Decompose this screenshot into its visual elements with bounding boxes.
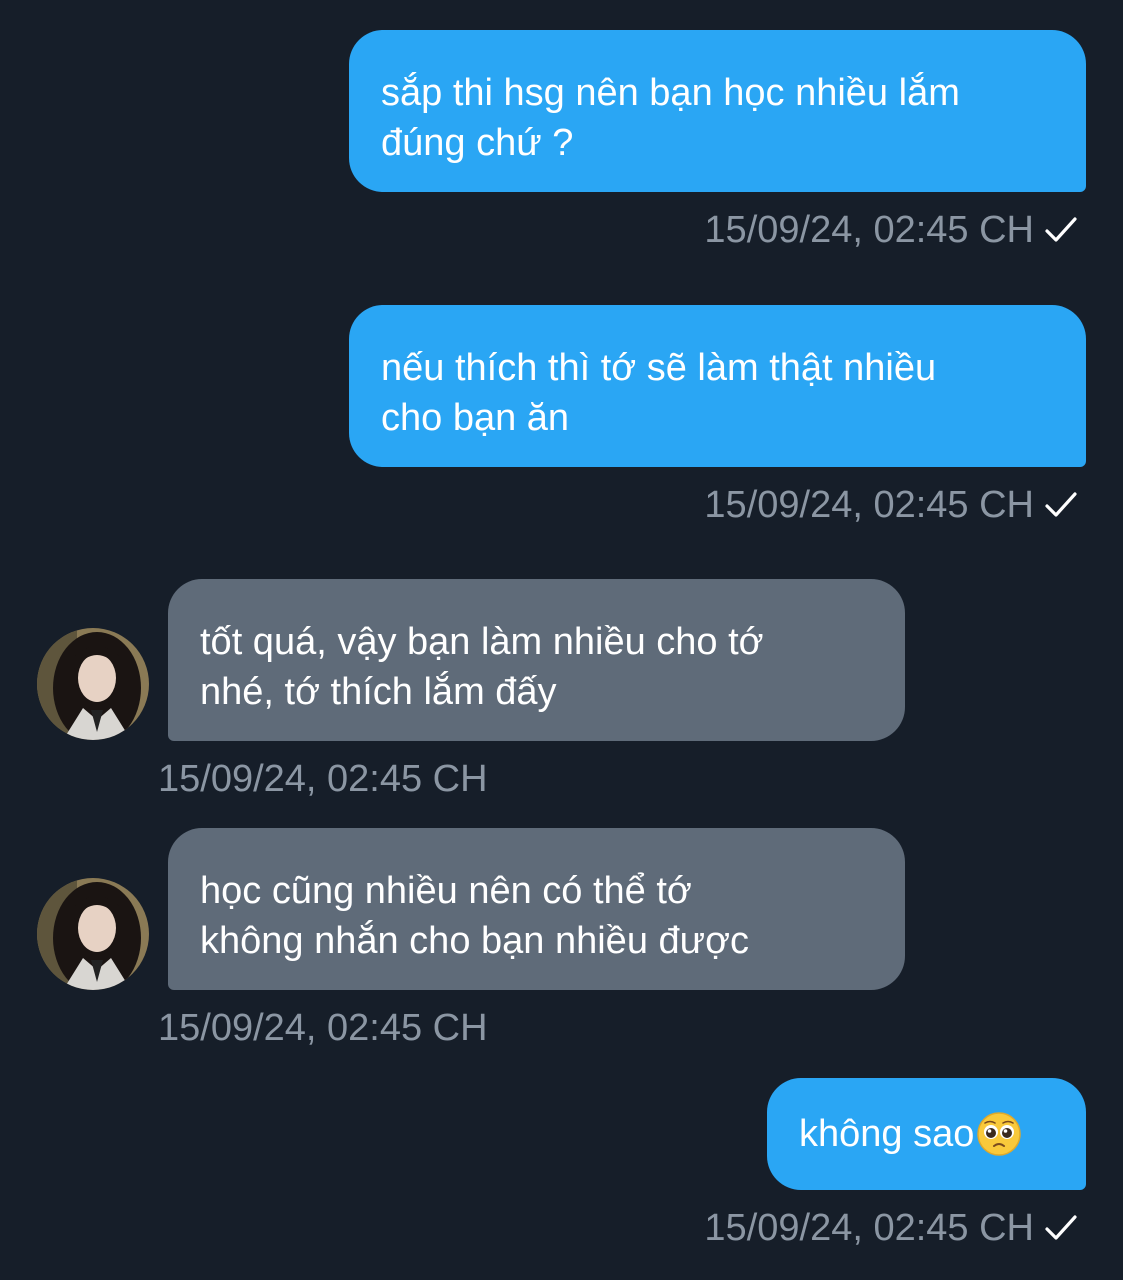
- single-check-icon: [1045, 1215, 1077, 1240]
- message-meta: 15/09/24, 02:45 CH: [704, 483, 1078, 527]
- message-timestamp: 15/09/24, 02:45 CH: [158, 758, 488, 800]
- message-meta: 15/09/24, 02:45 CH: [704, 1206, 1078, 1250]
- chat-thread: sắp thi hsg nên bạn học nhiều lắm đúng c…: [0, 0, 1123, 1280]
- message-meta: 15/09/24, 02:45 CH: [704, 208, 1078, 252]
- incoming-message-bubble[interactable]: học cũng nhiều nên có thể tớ không nhắn …: [168, 828, 905, 990]
- message-timestamp: 15/09/24, 02:45 CH: [158, 1007, 488, 1049]
- outgoing-message-bubble[interactable]: nếu thích thì tớ sẽ làm thật nhiều cho b…: [349, 305, 1086, 467]
- incoming-message-bubble[interactable]: tốt quá, vậy bạn làm nhiều cho tớ nhé, t…: [168, 579, 905, 741]
- message-text: không sao: [799, 1113, 975, 1155]
- outgoing-message-bubble[interactable]: sắp thi hsg nên bạn học nhiều lắm đúng c…: [349, 30, 1086, 192]
- outgoing-message-bubble[interactable]: không sao: [767, 1078, 1086, 1190]
- avatar-image: [37, 878, 149, 990]
- single-check-icon: [1045, 492, 1077, 517]
- message-timestamp: 15/09/24, 02:45 CH: [704, 209, 1034, 251]
- user-avatar[interactable]: [37, 628, 149, 740]
- user-avatar[interactable]: [37, 878, 149, 990]
- pleading-face-emoji: [977, 1112, 1022, 1156]
- message-timestamp: 15/09/24, 02:45 CH: [704, 484, 1034, 526]
- message-timestamp: 15/09/24, 02:45 CH: [704, 1207, 1034, 1249]
- single-check-icon: [1045, 217, 1077, 242]
- avatar-image: [37, 628, 149, 740]
